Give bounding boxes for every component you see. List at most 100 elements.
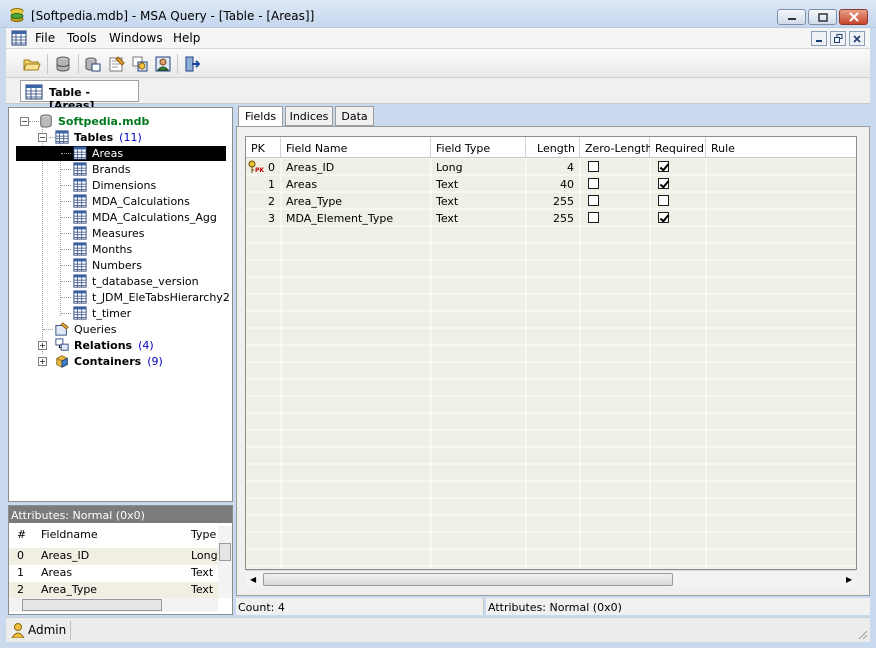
tree-table-item[interactable]: Brands [72,161,131,177]
grid-column-header[interactable]: Field Type [431,137,526,158]
zero-length-checkbox[interactable] [580,159,650,176]
grid-cell-pk[interactable]: PK 0 [246,159,281,176]
grid-cell-type[interactable]: Long [431,159,526,176]
tree-table-item[interactable]: Areas [72,145,123,161]
checkbox-icon[interactable] [588,212,599,223]
open-button[interactable] [22,54,42,74]
tree-table-item[interactable]: Months [72,241,132,257]
attr-cell-fieldname[interactable]: Areas [41,566,72,583]
minimize-button[interactable] [777,9,806,25]
close-button[interactable] [839,9,868,25]
attr-cell-type[interactable]: Text [191,566,218,583]
required-checkbox[interactable] [650,193,706,210]
fields-grid[interactable]: PK Field Name Field Type Length Zero-Length R… [245,136,857,570]
checkbox-icon[interactable] [658,195,669,206]
menu-windows[interactable]: Windows [109,31,163,45]
attr-horizontal-scrollbar[interactable] [9,598,218,612]
mdi-minimize-button[interactable] [811,31,827,46]
tree-node-containers[interactable]: Containers (9) [54,353,163,369]
tree-table-item[interactable]: t_database_version [72,273,199,289]
required-checkbox[interactable] [650,176,706,193]
tree-expander-containers[interactable]: + [38,357,47,366]
checkbox-icon[interactable] [588,195,599,206]
grid-column-header[interactable]: Rule [706,137,856,158]
grid-cell-pk[interactable]: 3 [246,210,281,227]
maximize-button[interactable] [808,9,837,25]
resize-grip-icon[interactable] [856,628,868,640]
grid-cell-pk[interactable]: 2 [246,193,281,210]
zero-length-checkbox[interactable] [580,176,650,193]
checkbox-icon[interactable] [588,161,599,172]
grid-cell-name[interactable]: Areas [281,176,431,193]
document-tab-areas[interactable]: Table - [Areas] [20,80,139,112]
grid-cell-type[interactable]: Text [431,176,526,193]
attr-col-number[interactable]: # [17,528,26,548]
scroll-right-arrow-icon[interactable]: ▶ [846,575,852,584]
grid-column-header[interactable]: Field Name [281,137,431,158]
database-button[interactable] [53,54,73,74]
attr-scroll-thumb[interactable] [219,543,231,561]
checkbox-icon[interactable] [658,178,669,189]
query-button[interactable] [107,54,127,74]
tree-table-item[interactable]: t_JDM_EleTabsHierarchy2 [72,289,230,305]
grid-cell-type[interactable]: Text [431,210,526,227]
required-checkbox[interactable] [650,210,706,227]
tree-node-tables[interactable]: Tables (11) [54,129,142,145]
checkbox-icon[interactable] [658,161,669,172]
table-window-icon[interactable] [11,30,27,46]
attr-col-type[interactable]: Type [191,528,216,548]
attr-hscroll-thumb[interactable] [22,599,162,611]
scroll-left-arrow-icon[interactable]: ◀ [250,575,256,584]
relations-button[interactable] [130,54,150,74]
tree-node-queries[interactable]: Queries [54,321,116,337]
grid-column-header[interactable]: Required [650,137,706,158]
grid-column-header[interactable]: Length [526,137,580,158]
tree-expander-relations[interactable]: + [38,341,47,350]
tree-table-item[interactable]: Numbers [72,257,142,273]
grid-cell-length[interactable]: 255 [526,210,580,227]
grid-cell-length[interactable]: 4 [526,159,580,176]
grid-column-header[interactable]: PK [246,137,281,158]
tree-table-item[interactable]: Dimensions [72,177,156,193]
zero-length-checkbox[interactable] [580,210,650,227]
menu-file[interactable]: File [35,31,55,45]
grid-column-header[interactable]: Zero-Length [580,137,652,158]
menu-tools[interactable]: Tools [67,31,97,45]
tab-data[interactable]: Data [335,106,374,126]
tree-table-item[interactable]: t_timer [72,305,131,321]
attr-cell-number[interactable]: 0 [17,549,24,566]
tree-table-item[interactable]: MDA_Calculations [72,193,190,209]
grid-cell-name[interactable]: Areas_ID [281,159,431,176]
required-checkbox[interactable] [650,159,706,176]
attr-cell-type[interactable]: Long [191,549,218,566]
checkbox-icon[interactable] [588,178,599,189]
grid-cell-name[interactable]: MDA_Element_Type [281,210,431,227]
mdi-restore-button[interactable] [830,31,846,46]
tree-table-item[interactable]: Measures [72,225,144,241]
grid-cell-length[interactable]: 40 [526,176,580,193]
grid-hscroll-thumb[interactable] [263,573,673,586]
table-button[interactable] [83,54,103,74]
grid-cell-length[interactable]: 255 [526,193,580,210]
tree-expander-root[interactable]: − [20,117,29,126]
zero-length-checkbox[interactable] [580,193,650,210]
checkbox-icon[interactable] [658,212,669,223]
grid-cell-name[interactable]: Area_Type [281,193,431,210]
database-tree[interactable]: − Softpedia.mdb − Tables (11) Queries + [8,107,233,502]
menu-help[interactable]: Help [173,31,200,45]
tab-fields[interactable]: Fields [238,106,283,127]
attr-col-fieldname[interactable]: Fieldname [41,528,98,548]
tree-expander-tables[interactable]: − [38,133,47,142]
tree-root-database[interactable]: Softpedia.mdb [38,113,149,129]
grid-horizontal-scrollbar[interactable]: ◀ ▶ [246,570,856,587]
grid-cell-pk[interactable]: 1 [246,176,281,193]
tab-indices[interactable]: Indices [285,106,333,126]
attr-cell-number[interactable]: 1 [17,566,24,583]
tree-node-relations[interactable]: Relations (4) [54,337,154,353]
grid-cell-type[interactable]: Text [431,193,526,210]
attr-cell-fieldname[interactable]: Areas_ID [41,549,89,566]
mdi-close-button[interactable] [849,31,865,46]
attr-vertical-scrollbar[interactable] [218,526,232,598]
tree-table-item[interactable]: MDA_Calculations_Agg [72,209,217,225]
users-button[interactable] [153,54,173,74]
